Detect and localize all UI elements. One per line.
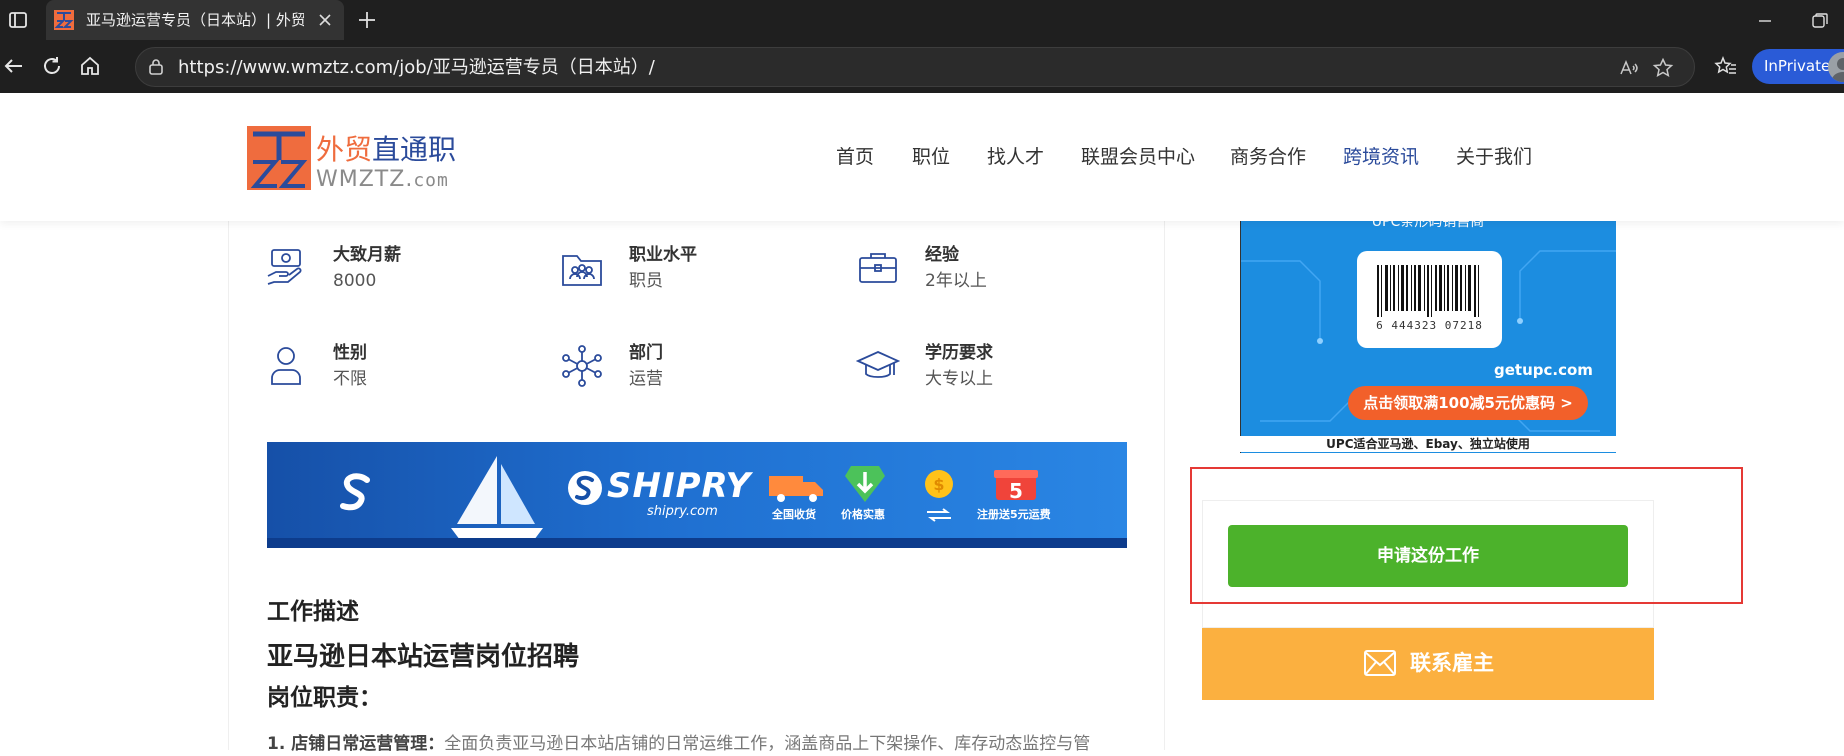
department-label: 部门 (629, 343, 663, 363)
duty-item-1: 1. 店铺日常运营管理：全面负责亚马逊日本站店铺的日常运维工作，涵盖商品上下架操… (267, 732, 1117, 756)
nav-member-center[interactable]: 联盟会员中心 (1081, 145, 1195, 169)
shipry-banner-ad[interactable]: SHIPRY shipry.com 全国收货 价格实惠 $ 5 注册送5元运费 (267, 442, 1127, 548)
shipry-brand-s-icon (568, 471, 602, 505)
inprivate-badge[interactable]: InPrivate (1752, 49, 1844, 84)
active-tab[interactable]: 亚马逊运营专员（日本站）| 外贸直通职 (46, 0, 344, 40)
job-description-heading: 工作描述 (267, 599, 359, 625)
barcode-icon (1377, 265, 1479, 317)
logo-en-name: WMZTZ. (316, 167, 414, 192)
site-header: 外贸直通职 WMZTZ.com 首页 职位 找人才 联盟会员中心 商务合作 跨境… (0, 93, 1844, 221)
delivery-truck-icon (769, 476, 823, 502)
nav-about[interactable]: 关于我们 (1456, 145, 1532, 169)
briefcase-icon (859, 253, 897, 283)
person-icon (271, 347, 301, 385)
logo-chinese-text[interactable]: 外贸直通职 (316, 133, 456, 167)
back-arrow-icon[interactable] (2, 54, 26, 78)
shipry-small-logo-icon (340, 473, 370, 511)
nav-jobs[interactable]: 职位 (912, 145, 950, 169)
department-network-icon (562, 345, 602, 387)
restore-window-icon[interactable] (1810, 12, 1830, 30)
experience-label: 经验 (925, 245, 959, 265)
shipry-site-text: shipry.com (647, 504, 718, 519)
gender-label: 性别 (333, 343, 367, 363)
nav-find-talent[interactable]: 找人才 (987, 145, 1044, 169)
logo-mark-icon (250, 131, 308, 188)
exchange-arrows-icon (927, 508, 951, 522)
duty-item-1-label: 1. 店铺日常运营管理： (267, 734, 445, 754)
tab-actions-icon[interactable] (6, 8, 30, 32)
nav-business[interactable]: 商务合作 (1230, 145, 1306, 169)
contact-employer-label: 联系雇主 (1410, 651, 1494, 675)
favorite-star-icon[interactable] (1652, 57, 1674, 79)
logo-english-text: WMZTZ.com (316, 167, 449, 194)
duty-item-1-text: 全面负责亚马逊日本站店铺的日常运维工作，涵盖商品上下架操作、库存动态监控与管 (444, 734, 1091, 754)
experience-value: 2年以上 (925, 271, 987, 291)
nav-news[interactable]: 跨境资讯 (1343, 145, 1419, 169)
gender-value: 不限 (333, 369, 367, 389)
logo-text-part2: 直通职 (372, 133, 457, 166)
site-favicon-icon (54, 10, 74, 30)
banner-caption-price: 价格实惠 (841, 508, 885, 521)
ad-border-line (1240, 221, 1241, 453)
barcode-number: 6 444323 07218 (1376, 319, 1483, 332)
browser-toolbar: https://www.wmztz.com/job/亚马逊运营专员（日本站）/ … (0, 40, 1844, 93)
tab-title: 亚马逊运营专员（日本站）| 外贸直通职 (86, 11, 304, 29)
team-folder-icon (562, 255, 602, 286)
upc-coupon-label: 点击领取满100减5元优惠码 > (1363, 394, 1573, 412)
upc-caption: UPC适合亚马逊、Ebay、独立站使用 (1240, 436, 1616, 452)
upc-top-text: UPC条形码销售商 (1371, 221, 1485, 230)
salary-label: 大致月薪 (333, 245, 401, 265)
new-tab-icon[interactable] (356, 9, 378, 31)
contact-employer-button[interactable]: 联系雇主 (1202, 628, 1654, 700)
gift-number-text: 5 (1009, 479, 1023, 502)
envelope-icon (1364, 650, 1396, 676)
price-down-icon (845, 466, 885, 502)
duties-heading: 岗位职责： (267, 685, 382, 711)
favorites-icon[interactable] (1714, 55, 1738, 79)
read-aloud-icon[interactable] (1618, 57, 1640, 79)
level-label: 职业水平 (629, 245, 697, 265)
address-bar[interactable]: https://www.wmztz.com/job/亚马逊运营专员（日本站）/ (135, 47, 1695, 87)
url-text[interactable]: https://www.wmztz.com/job/亚马逊运营专员（日本站）/ (178, 57, 655, 79)
banner-bottom-strip (267, 538, 1127, 548)
education-value: 大专以上 (925, 369, 993, 389)
job-description-title: 亚马逊日本站运营岗位招聘 (267, 642, 580, 672)
highlight-annotation-box (1190, 467, 1743, 604)
barcode-card: 6 444323 07218 (1357, 251, 1502, 348)
sailboat-icon (451, 456, 543, 544)
coin-icon: $ (925, 470, 953, 498)
shipry-brand-text: SHIPRY (607, 466, 752, 506)
home-icon[interactable] (78, 54, 102, 78)
banner-caption-register: 注册送5元运费 (977, 508, 1051, 521)
salary-icon (267, 249, 302, 285)
refresh-icon[interactable] (40, 54, 64, 78)
banner-caption-delivery: 全国收货 (772, 508, 816, 521)
site-logo[interactable] (247, 126, 311, 190)
level-value: 职员 (629, 271, 663, 291)
browser-titlebar: 亚马逊运营专员（日本站）| 外贸直通职 (0, 0, 1844, 40)
close-tab-icon[interactable] (316, 11, 334, 29)
education-label: 学历要求 (925, 343, 993, 363)
profile-avatar[interactable] (1828, 52, 1844, 82)
gift-icon: 5 (994, 470, 1038, 502)
department-value: 运营 (629, 369, 663, 389)
logo-en-suffix: com (413, 170, 449, 191)
salary-value: 8000 (333, 271, 377, 291)
nav-home[interactable]: 首页 (836, 145, 874, 169)
upc-coupon-button[interactable]: 点击领取满100减5元优惠码 > (1348, 386, 1588, 420)
lock-icon[interactable] (146, 57, 166, 77)
user-icon (1832, 58, 1844, 82)
upc-site-text: getupc.com (1494, 361, 1593, 379)
logo-text-part1: 外贸 (316, 133, 373, 166)
inprivate-label: InPrivate (1764, 57, 1831, 75)
svg-text:$: $ (933, 475, 944, 494)
graduation-cap-icon (856, 351, 900, 378)
upc-barcode-ad[interactable]: UPC条形码销售商 6 444323 07218 getupc.com 点击领取… (1240, 221, 1616, 453)
minimize-icon[interactable] (1756, 12, 1774, 30)
